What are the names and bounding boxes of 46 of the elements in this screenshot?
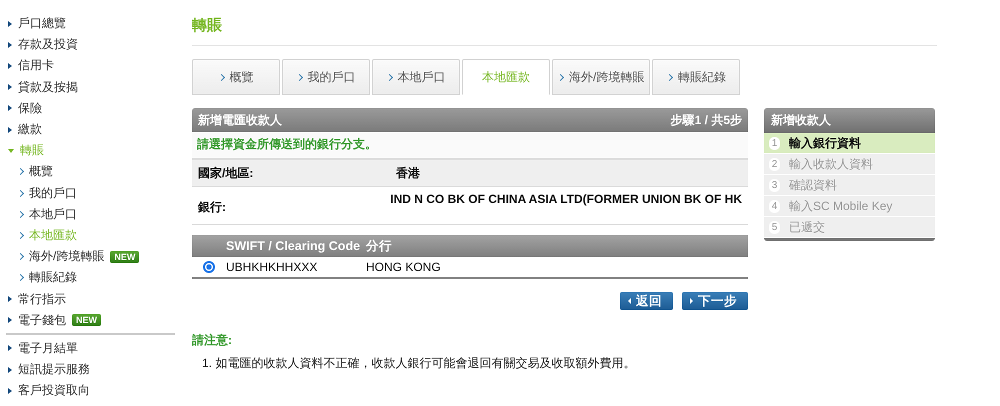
sidebar-item[interactable]: 貸款及按揭 — [18, 78, 78, 96]
tab[interactable]: 轉賬紀錄 — [652, 59, 740, 95]
tab[interactable]: 本地戶口 — [372, 59, 460, 95]
sidebar-item[interactable]: 保險 — [18, 100, 42, 117]
note-text: 1. 如電匯的收款人資料不正確，收款人銀行可能會退回有關交易及收取額外費用。 — [201, 355, 636, 372]
field-value: 香港 — [396, 165, 420, 182]
sidebar-subitem[interactable]: 本地戶口 — [29, 206, 77, 223]
sidebar-item[interactable]: 常行指示 — [18, 290, 66, 308]
sidebar-item[interactable]: 信用卡 — [18, 57, 54, 74]
step-item: 5 已遞交 — [764, 217, 935, 238]
field-label: 銀行: — [198, 199, 227, 216]
column-header: 分行 — [366, 238, 392, 254]
field-value: IND N CO BK OF CHINA ASIA LTD(FORMER UNION BK OF HK — [390, 192, 742, 208]
notes-title: 請注意: — [192, 332, 233, 349]
step-item: 2 輸入收款人資料 — [764, 154, 935, 175]
panel-header: 新增收款人 — [764, 108, 935, 133]
page-title: 轉賬 — [192, 16, 937, 46]
step-item: 1 輸入銀行資料 — [764, 133, 935, 154]
column-header: SWIFT / Clearing Code — [226, 239, 362, 253]
sidebar-item[interactable]: 電子錢包 — [18, 312, 66, 329]
sidebar-item[interactable]: 繳款 — [18, 121, 42, 138]
tab[interactable]: 我的戶口 — [282, 59, 370, 95]
tab[interactable]: 海外/跨境轉賬 — [552, 59, 650, 95]
radio-button[interactable] — [203, 261, 215, 273]
field-label: 國家/地區: — [198, 165, 254, 182]
sidebar-subitem[interactable]: 轉賬紀錄 — [29, 269, 77, 286]
step-indicator: 步驟1 / 共5步 — [670, 112, 742, 128]
table-cell-text: UBHKHKHHXXX — [226, 260, 318, 274]
sidebar-item[interactable]: 短訊提示服務 — [18, 361, 90, 378]
sidebar-subitem[interactable]: 概覽 — [29, 163, 53, 180]
table-cell: HONG KONG — [366, 260, 441, 274]
tab[interactable]: 概覽 — [192, 59, 280, 95]
sidebar-item[interactable]: 客戶投資取向 — [18, 382, 90, 400]
sidebar-item[interactable]: 電子月結單 — [18, 340, 78, 357]
instruction-text: 請選擇資金所傳送到的銀行分支。 — [192, 132, 748, 160]
step-item: 4 輸入SC Mobile Key — [764, 196, 935, 217]
sidebar-subitem[interactable]: 我的戶口 — [29, 184, 77, 202]
sidebar-item[interactable]: 存款及投資 — [18, 36, 78, 54]
back-button[interactable]: 返回 — [620, 292, 673, 310]
new-badge: NEW — [110, 250, 140, 263]
step-item: 3 確認資料 — [764, 175, 935, 196]
new-badge: NEW — [72, 314, 101, 326]
sidebar-item[interactable]: 戶口總覽 — [18, 15, 66, 32]
sidebar-subitem[interactable]: 海外/跨境轉賬 — [29, 248, 104, 266]
next-button[interactable]: 下一步 — [682, 292, 748, 310]
panel-title: 新增電匯收款人 — [198, 112, 282, 128]
